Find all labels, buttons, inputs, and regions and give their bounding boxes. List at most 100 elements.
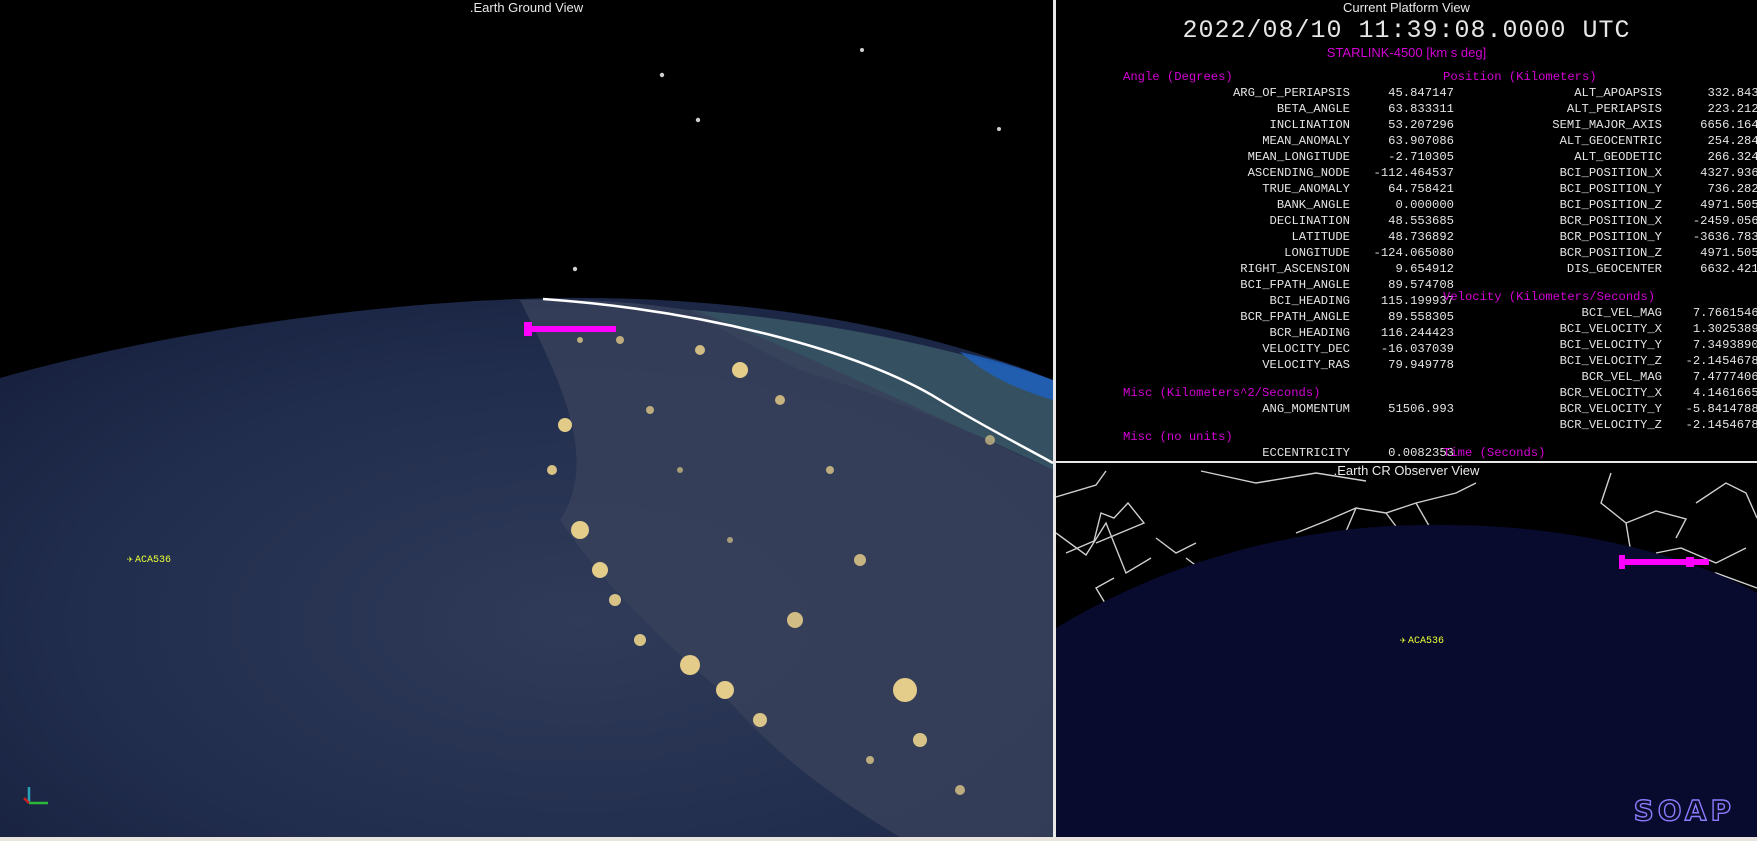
field-label: VELOCITY_RAS [1262, 358, 1350, 372]
earth-cr-observer-view[interactable]: .Earth CR Observer View ✈ ACA536 SOAP [1056, 463, 1757, 837]
data-row: BCI_VELOCITY_Z -2.14546780 [1443, 353, 1757, 369]
field-label: BCI_POSITION_Z [1559, 198, 1662, 212]
data-row: RIGHT_ASCENSION 9.654912 [1123, 261, 1454, 277]
aircraft-label: ACA536 [1408, 635, 1445, 647]
data-row: VELOCITY_RAS 79.949778 [1123, 357, 1454, 373]
data-row: ALT_GEODETIC 266.3249 [1443, 149, 1757, 165]
field-label: BCR_VELOCITY_X [1559, 386, 1662, 400]
data-row: BCR_POSITION_X -2459.0560 [1443, 213, 1757, 229]
field-label: ECCENTRICITY [1262, 446, 1350, 460]
data-row: ARG_OF_PERIAPSIS 45.847147 [1123, 85, 1454, 101]
field-value: 7.76615468 [1692, 306, 1757, 320]
aircraft-track[interactable]: ✈ ACA536 [1400, 635, 1445, 648]
field-label: BCI_FPATH_ANGLE [1240, 278, 1350, 292]
soap-logo: SOAP [1633, 793, 1735, 827]
field-value: -2459.0560 [1692, 214, 1757, 228]
data-row: LATITUDE 48.736892 [1123, 229, 1454, 245]
field-label: BCR_VEL_MAG [1581, 370, 1662, 384]
field-label: BCR_VELOCITY_Z [1559, 418, 1662, 432]
data-row: BCR_VELOCITY_Y -5.84147889 [1443, 401, 1757, 417]
earth-ground-view[interactable]: .Earth Ground View ✈ ACA536 [0, 0, 1053, 837]
field-label: BCR_POSITION_X [1559, 214, 1662, 228]
field-value: 266.3249 [1707, 150, 1757, 164]
field-label: VELOCITY_DEC [1262, 342, 1350, 356]
field-label: DIS_GEOCENTER [1566, 262, 1662, 276]
ground-view-scene [0, 48, 1053, 837]
star [695, 117, 701, 123]
data-row: VELOCITY_DEC -16.037039 [1123, 341, 1454, 357]
field-value: -2.14546780 [1685, 354, 1757, 368]
field-label: TRUE_ANOMALY [1262, 182, 1350, 196]
data-row: BCI_VEL_MAG 7.76615468 [1443, 305, 1757, 321]
field-value: 254.2845 [1707, 134, 1757, 148]
field-value: 115.199937 [1380, 294, 1454, 308]
field-label: ASCENDING_NODE [1247, 166, 1350, 180]
data-row: ANG_MOMENTUM 51506.993 [1123, 401, 1454, 417]
field-value: 6632.4215 [1700, 262, 1757, 276]
field-label: INCLINATION [1269, 118, 1350, 132]
field-value: 223.2125 [1707, 102, 1757, 116]
field-value: 89.558305 [1388, 310, 1454, 324]
data-row: BETA_ANGLE 63.833311 [1123, 101, 1454, 117]
section-header: Misc (Kilometers^2/Seconds) [1123, 386, 1321, 400]
field-label: LONGITUDE [1284, 246, 1350, 260]
field-value: 63.907086 [1388, 134, 1454, 148]
satellite-name-units: STARLINK-4500 [km s deg] [1326, 45, 1487, 60]
field-label: BCI_VELOCITY_Y [1559, 338, 1662, 352]
section-header: Velocity (Kilometers/Seconds) [1443, 290, 1656, 304]
data-row: BCI_HEADING 115.199937 [1123, 293, 1454, 309]
data-row: DECLINATION 48.553685 [1123, 213, 1454, 229]
section-header: Position (Kilometers) [1443, 70, 1597, 84]
platform-view-title: Current Platform View [1343, 0, 1470, 15]
field-value: 0.0082353 [1388, 446, 1454, 460]
data-row: MEAN_ANOMALY 63.907086 [1123, 133, 1454, 149]
field-value: 9.654912 [1395, 262, 1454, 276]
field-label: BCI_VELOCITY_Z [1559, 354, 1662, 368]
field-value: -2.14546780 [1685, 418, 1757, 432]
earth-globe [1056, 524, 1757, 837]
current-platform-view: Current Platform View 2022/08/10 11:39:0… [1056, 0, 1757, 461]
aircraft-label: ACA536 [135, 554, 172, 566]
field-label: MEAN_ANOMALY [1262, 134, 1350, 148]
field-value: 0.000000 [1395, 198, 1454, 212]
data-row: BCR_POSITION_Y -3636.7830 [1443, 229, 1757, 245]
field-value: 6656.1648 [1700, 118, 1757, 132]
field-label: BCR_POSITION_Y [1559, 230, 1662, 244]
data-row: BCR_POSITION_Z 4971.5057 [1443, 245, 1757, 261]
field-value: 736.2829 [1707, 182, 1757, 196]
aircraft-track[interactable]: ✈ ACA536 [127, 554, 172, 567]
field-label: BETA_ANGLE [1276, 102, 1350, 116]
data-row: MEAN_LONGITUDE -2.710305 [1123, 149, 1454, 165]
field-label: BCI_VEL_MAG [1581, 306, 1662, 320]
field-value: 116.244423 [1380, 326, 1454, 340]
data-row: ALT_PERIAPSIS 223.2125 [1443, 101, 1757, 117]
field-value: 89.574708 [1388, 278, 1454, 292]
field-label: BCR_FPATH_ANGLE [1240, 310, 1350, 324]
field-value: 7.47774063 [1692, 370, 1757, 384]
data-row: SEMI_MAJOR_AXIS 6656.1648 [1443, 117, 1757, 133]
field-value: 4.14616658 [1692, 386, 1757, 400]
field-label: ALT_GEODETIC [1574, 150, 1662, 164]
field-label: DECLINATION [1269, 214, 1350, 228]
field-value: -3636.7830 [1692, 230, 1757, 244]
field-value: 51506.993 [1388, 402, 1454, 416]
field-label: BCI_HEADING [1269, 294, 1350, 308]
observer-view-title: .Earth CR Observer View [1333, 463, 1480, 478]
field-label: BANK_ANGLE [1276, 198, 1350, 212]
data-row: BANK_ANGLE 0.000000 [1123, 197, 1454, 213]
field-label: ALT_APOAPSIS [1574, 86, 1662, 100]
field-label: BCR_HEADING [1269, 326, 1350, 340]
data-row: INCLINATION 53.207296 [1123, 117, 1454, 133]
star [572, 266, 578, 272]
field-value: 79.949778 [1388, 358, 1454, 372]
star [659, 72, 665, 78]
field-value: 48.736892 [1388, 230, 1454, 244]
field-label: ARG_OF_PERIAPSIS [1232, 86, 1350, 100]
data-row: BCI_POSITION_Z 4971.5057 [1443, 197, 1757, 213]
field-value: -112.464537 [1373, 166, 1454, 180]
utc-clock: 2022/08/10 11:39:08.0000 UTC [1182, 16, 1631, 45]
field-value: 53.207296 [1388, 118, 1454, 132]
stars [572, 48, 1001, 272]
